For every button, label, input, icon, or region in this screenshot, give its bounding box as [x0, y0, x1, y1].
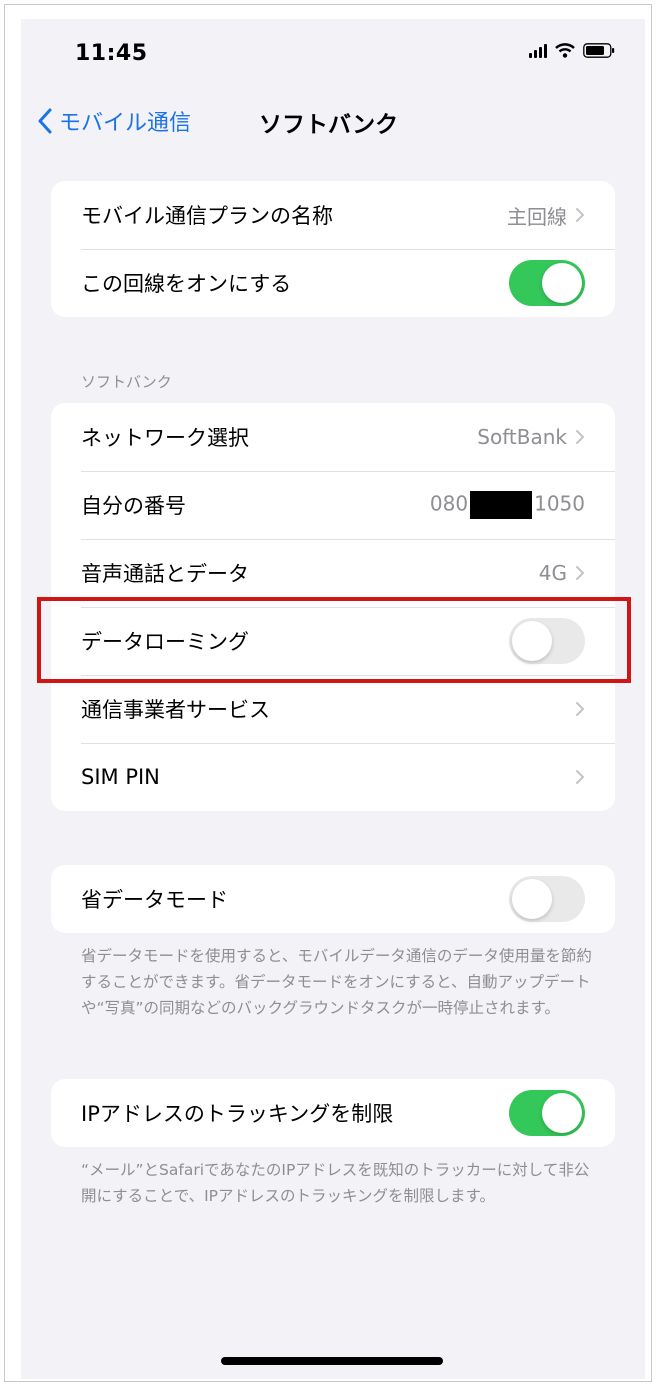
plan-name-value: 主回線: [507, 204, 567, 229]
my-number-row: 自分の番号 080 1050: [51, 471, 615, 539]
network-selection-row[interactable]: ネットワーク選択 SoftBank: [51, 403, 615, 471]
status-time: 11:45: [75, 41, 148, 66]
back-button[interactable]: モバイル通信: [37, 105, 191, 137]
chevron-right-icon: [576, 702, 585, 716]
sim-pin-label: SIM PIN: [81, 765, 160, 789]
network-selection-label: ネットワーク選択: [81, 426, 249, 450]
plan-name-label: モバイル通信プランの名称: [81, 204, 333, 228]
voice-data-label: 音声通話とデータ: [81, 562, 249, 586]
line-on-label: この回線をオンにする: [81, 272, 292, 296]
ip-tracking-group: IPアドレスのトラッキングを制限: [51, 1079, 615, 1147]
toggle-knob: [542, 263, 582, 303]
phone-screen: 11:45 モバイル通信 ソフトバンク モバイル通信プランの名称 主回線 この回…: [21, 19, 645, 1379]
redaction-block: [470, 491, 533, 519]
low-data-mode-footer: 省データモードを使用すると、モバイルデータ通信のデータ使用量を節約することができ…: [81, 947, 592, 1017]
page-title: ソフトバンク: [259, 112, 399, 138]
highlight-box: [37, 597, 631, 683]
low-data-mode-label: 省データモード: [81, 888, 228, 912]
ip-tracking-footer: “メール”とSafariであなたのIPアドレスを既知のトラッカーに対して非公開に…: [81, 1161, 590, 1205]
section-header: ソフトバンク: [81, 373, 172, 391]
carrier-services-label: 通信事業者サービス: [81, 698, 270, 722]
sim-pin-row[interactable]: SIM PIN: [51, 743, 615, 811]
my-number-suffix: 1050: [534, 491, 585, 516]
my-number-label: 自分の番号: [81, 494, 186, 518]
screenshot-frame: 11:45 モバイル通信 ソフトバンク モバイル通信プランの名称 主回線 この回…: [4, 4, 652, 1382]
status-icons: [529, 43, 615, 58]
cellular-plan-group: モバイル通信プランの名称 主回線 この回線をオンにする: [51, 181, 615, 317]
chevron-right-icon: [576, 566, 585, 580]
my-number-prefix: 080: [429, 491, 469, 516]
chevron-right-icon: [576, 430, 585, 444]
chevron-right-icon: [576, 208, 585, 222]
toggle-knob: [542, 1093, 582, 1133]
ip-tracking-label: IPアドレスのトラッキングを制限: [81, 1102, 394, 1126]
my-number-value: 080 1050: [430, 491, 585, 519]
plan-name-row[interactable]: モバイル通信プランの名称 主回線: [51, 181, 615, 249]
back-label: モバイル通信: [59, 111, 192, 136]
low-data-mode-row: 省データモード: [51, 865, 615, 933]
low-data-mode-toggle[interactable]: [509, 876, 585, 922]
toggle-knob: [512, 879, 552, 919]
network-selection-value: SoftBank: [477, 425, 567, 449]
voice-data-value: 4G: [538, 561, 567, 585]
cellular-signal-icon: [529, 43, 547, 58]
ip-tracking-toggle[interactable]: [509, 1090, 585, 1136]
wifi-icon: [555, 43, 575, 58]
line-on-toggle[interactable]: [509, 260, 585, 306]
ip-tracking-row: IPアドレスのトラッキングを制限: [51, 1079, 615, 1147]
battery-icon: [583, 43, 615, 58]
chevron-left-icon: [38, 108, 52, 134]
home-indicator[interactable]: [221, 1357, 443, 1365]
carrier-services-row[interactable]: 通信事業者サービス: [51, 675, 615, 743]
line-on-row: この回線をオンにする: [51, 249, 615, 317]
chevron-right-icon: [576, 770, 585, 784]
low-data-mode-group: 省データモード: [51, 865, 615, 933]
